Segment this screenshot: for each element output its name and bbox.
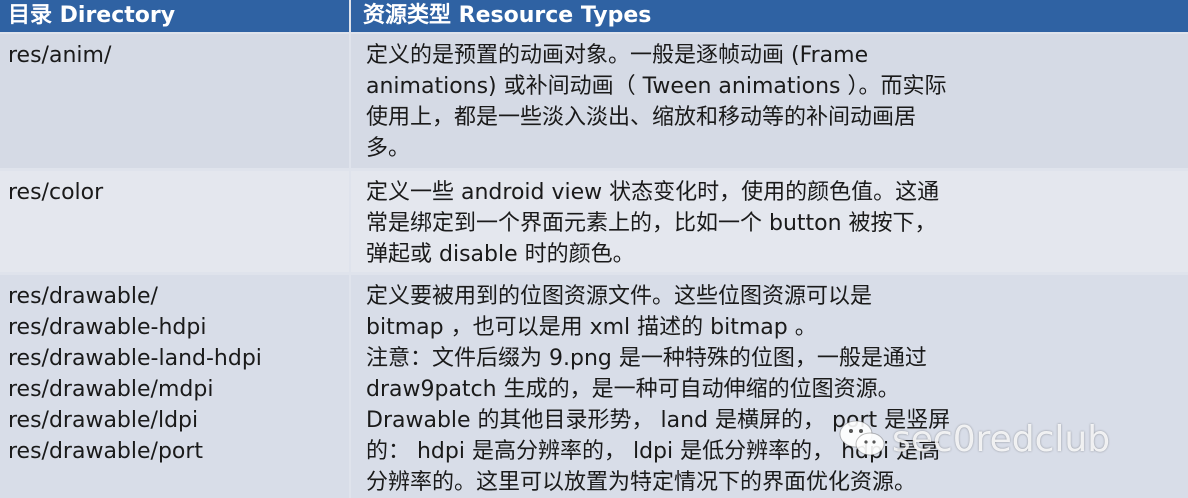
description-cell: 定义的是预置的动画对象。一般是逐帧动画 (Frame animations) 或…: [351, 34, 1188, 168]
table-row: res/anim/ 定义的是预置的动画对象。一般是逐帧动画 (Frame ani…: [0, 34, 1188, 168]
description-line: 使用上，都是一些淡入淡出、缩放和移动等的补间动画居: [366, 105, 917, 130]
directory-name: res/drawable/: [8, 284, 158, 309]
table-row: res/drawable/ res/drawable-hdpi res/draw…: [0, 275, 1188, 498]
directory-name: res/drawable-hdpi: [8, 315, 207, 340]
directory-name: res/drawable/port: [8, 439, 204, 464]
description-line: bitmap ，也可以是用 xml 描述的 bitmap 。: [366, 315, 817, 340]
header-resource-types: 资源类型 Resource Types: [351, 0, 1188, 32]
table-row: res/color 定义一些 android view 状态变化时，使用的颜色值…: [0, 171, 1188, 272]
description-line: 常是绑定到一个界面元素上的，比如一个 button 被按下，: [366, 211, 937, 236]
description-line: 定义要被用到的位图资源文件。这些位图资源可以是: [366, 284, 873, 309]
description-line: 弹起或 disable 时的颜色。: [366, 242, 635, 267]
description-cell: 定义一些 android view 状态变化时，使用的颜色值。这通 常是绑定到一…: [351, 171, 1188, 272]
header-directory: 目录 Directory: [0, 0, 349, 32]
description-line: draw9patch 生成的，是一种可自动伸缩的位图资源。: [366, 377, 900, 402]
description-line: animations) 或补间动画（ Tween animations ）。而实…: [366, 74, 947, 99]
directory-name: res/anim/: [8, 43, 112, 68]
directory-name: res/color: [8, 180, 104, 205]
directory-name: res/drawable-land-hdpi: [8, 346, 262, 371]
directory-name: res/drawable/ldpi: [8, 408, 199, 433]
description-line: 定义的是预置的动画对象。一般是逐帧动画 (Frame: [366, 43, 869, 68]
description-line: 定义一些 android view 状态变化时，使用的颜色值。这通: [366, 180, 940, 205]
watermark-text: sec0redclub: [892, 418, 1111, 460]
description-cell: 定义要被用到的位图资源文件。这些位图资源可以是 bitmap ，也可以是用 xm…: [351, 275, 1188, 498]
directory-cell: res/color: [0, 171, 349, 272]
directory-name: res/drawable/mdpi: [8, 377, 214, 402]
wechat-icon: [839, 420, 885, 456]
watermark: sec0redclub: [838, 417, 1110, 461]
description-line: 分辨率的。这里可以放置为特定情况下的界面优化资源。: [366, 470, 917, 495]
description-line: 注意：文件后缀为 9.png 是一种特殊的位图，一般是通过: [366, 346, 927, 371]
directory-cell: res/anim/: [0, 34, 349, 168]
directory-cell: res/drawable/ res/drawable-hdpi res/draw…: [0, 275, 349, 498]
description-line: 多。: [366, 136, 411, 161]
